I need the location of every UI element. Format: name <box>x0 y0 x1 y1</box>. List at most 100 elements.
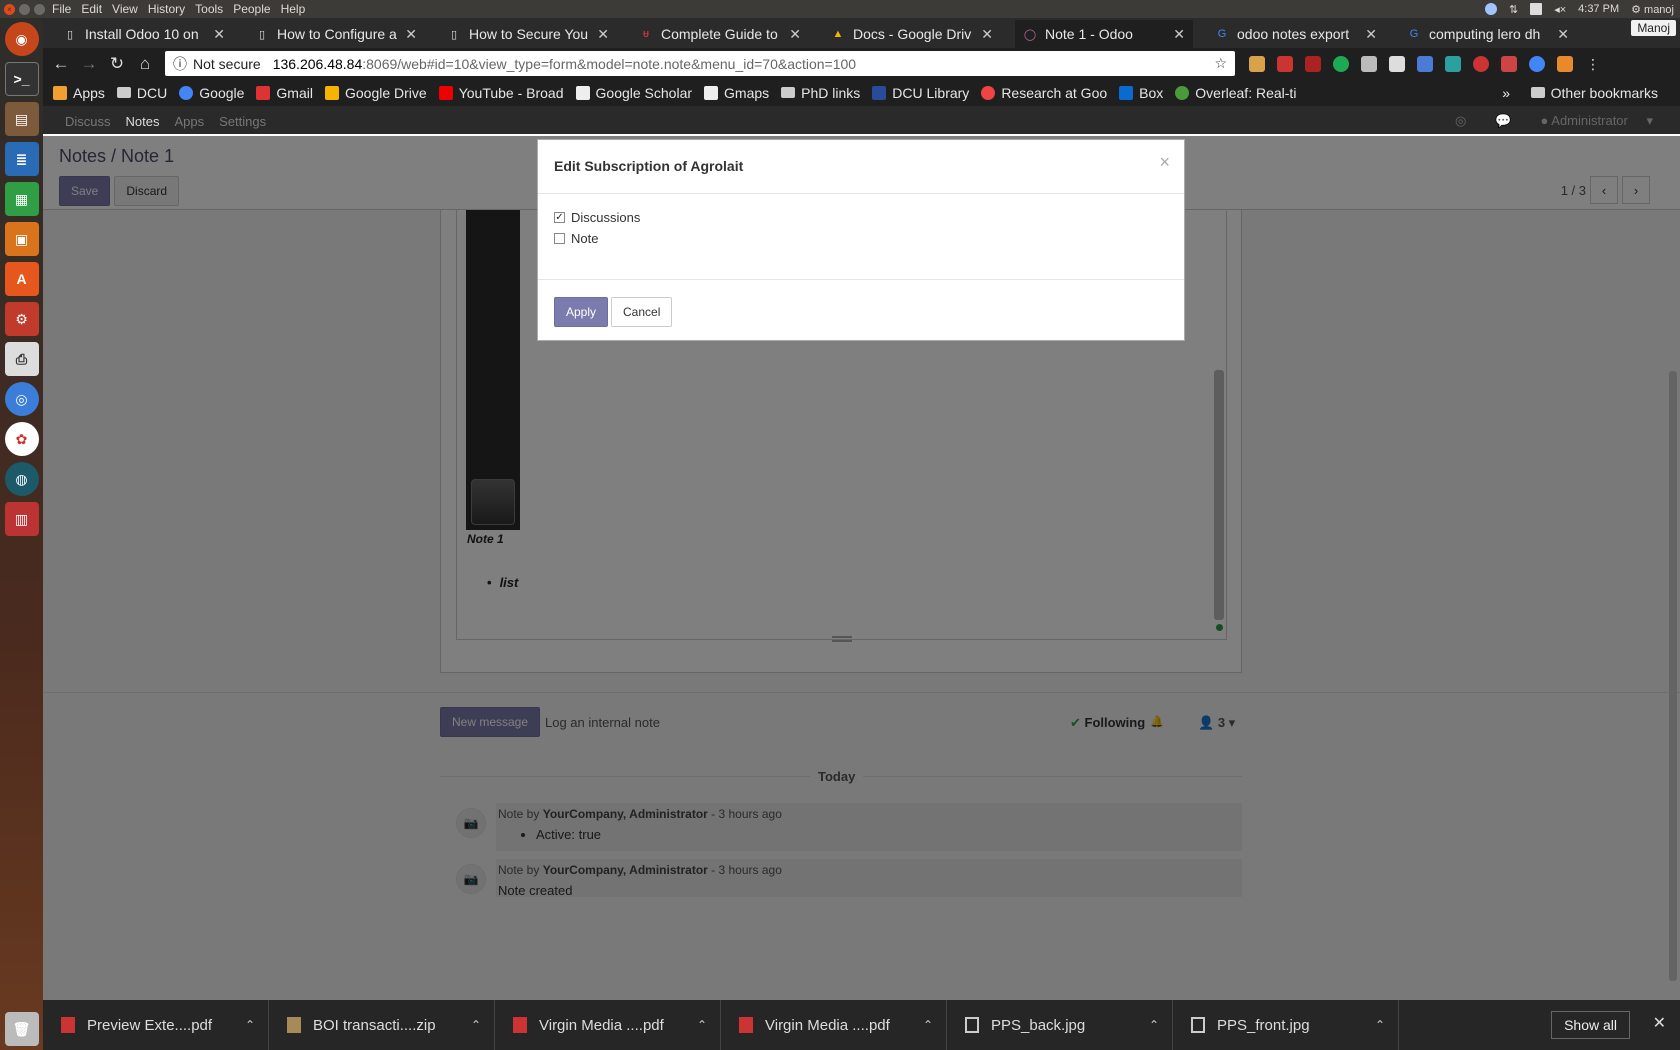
tab-note-odoo[interactable]: ◯ Note 1 - Odoo ✕ <box>1015 20 1193 48</box>
menu-tools[interactable]: Tools <box>195 2 223 16</box>
extension-icon[interactable] <box>1389 55 1405 72</box>
extension-icon[interactable] <box>1305 55 1321 72</box>
nav-notes[interactable]: Notes <box>126 114 160 129</box>
translate-icon[interactable] <box>1417 55 1433 72</box>
tab-computing[interactable]: Gcomputing lero dh ✕ <box>1399 20 1577 48</box>
menu-edit[interactable]: Edit <box>81 2 102 16</box>
chevron-up-icon[interactable]: ⌃ <box>1136 1018 1172 1032</box>
menu-file[interactable]: File <box>52 2 71 16</box>
extension-icon[interactable] <box>1249 55 1265 72</box>
tab-install-odoo[interactable]: ▯ Install Odoo 10 on ✕ <box>55 20 233 48</box>
bookmark-box[interactable]: Box <box>1119 85 1163 101</box>
menu-history[interactable]: History <box>148 2 185 16</box>
forward-icon[interactable]: → <box>75 54 103 74</box>
workspace-switcher-icon[interactable]: ▥ <box>4 502 39 536</box>
user-menu[interactable]: ● Administrator ▾ <box>1541 113 1653 129</box>
ubuntu-logo-icon[interactable]: ◉ <box>4 22 39 56</box>
grammarly-icon[interactable] <box>1333 55 1349 72</box>
profile-button[interactable]: Manoj <box>1631 20 1676 36</box>
printer-icon[interactable]: ⎙ <box>4 342 39 376</box>
impress-icon[interactable]: ▣ <box>4 222 39 256</box>
home-icon[interactable]: ⌂ <box>131 54 159 74</box>
chevron-up-icon[interactable]: ⌃ <box>684 1018 720 1032</box>
keyboard-icon[interactable] <box>1530 3 1543 15</box>
reload-icon[interactable]: ↻ <box>103 54 131 74</box>
address-bar[interactable]: ⓘ Not secure 136.206.48.84:8069/web#id=1… <box>165 51 1235 76</box>
tab-complete-guide[interactable]: ᵾ Complete Guide to ✕ <box>631 20 809 48</box>
tab-close-icon[interactable]: ✕ <box>981 26 993 43</box>
bookmark-gmail[interactable]: Gmail <box>256 85 313 101</box>
tab-close-icon[interactable]: ✕ <box>1365 26 1377 43</box>
discussions-checkbox-row[interactable]: ✓ Discussions <box>554 210 640 225</box>
chevron-up-icon[interactable]: ⌃ <box>910 1018 946 1032</box>
tab-close-icon[interactable]: ✕ <box>213 26 225 43</box>
extension-icon[interactable] <box>1557 55 1573 72</box>
bookmark-dcu-library[interactable]: DCU Library <box>872 85 969 101</box>
files-icon[interactable]: ▤ <box>4 102 39 136</box>
download-item[interactable]: Preview Exte....pdf ⌃ <box>43 1000 269 1050</box>
tab-google-drive[interactable]: ▲ Docs - Google Driv ✕ <box>823 20 1001 48</box>
bookmark-youtube[interactable]: YouTube - Broad <box>438 85 564 101</box>
close-icon[interactable]: ✕ <box>1653 1013 1666 1033</box>
software-center-icon[interactable]: A <box>4 262 39 296</box>
bookmark-gmaps[interactable]: Gmaps <box>704 85 769 101</box>
window-maximize-icon[interactable] <box>34 3 45 15</box>
extension-icon[interactable] <box>1529 55 1545 72</box>
nav-discuss[interactable]: Discuss <box>65 114 111 129</box>
nav-settings[interactable]: Settings <box>219 114 266 129</box>
tab-configure[interactable]: ▯ How to Configure a ✕ <box>247 20 425 48</box>
tab-close-icon[interactable]: ✕ <box>1557 26 1569 43</box>
tab-close-icon[interactable]: ✕ <box>789 26 801 43</box>
clock[interactable]: 4:37 PM <box>1578 3 1619 15</box>
chevron-up-icon[interactable]: ⌃ <box>232 1018 268 1032</box>
bookmark-dcu[interactable]: DCU <box>116 85 167 101</box>
bookmark-phd-links[interactable]: PhD links <box>781 85 860 101</box>
extension-icon[interactable] <box>1501 55 1517 72</box>
window-close-icon[interactable]: × <box>4 3 15 15</box>
download-item[interactable]: PPS_back.jpg ⌃ <box>947 1000 1173 1050</box>
extension-icon[interactable] <box>1445 55 1461 72</box>
tab-odoo-notes-export[interactable]: Godoo notes export ✕ <box>1207 20 1385 48</box>
back-icon[interactable]: ← <box>47 54 75 74</box>
settings-icon[interactable]: ⚙ <box>4 302 39 336</box>
activity-icon[interactable]: ◎ <box>1455 113 1466 129</box>
info-icon[interactable]: ⓘ <box>173 54 187 74</box>
window-minimize-icon[interactable] <box>19 3 30 15</box>
show-all-button[interactable]: Show all <box>1551 1011 1630 1039</box>
chevron-up-icon[interactable]: ⌃ <box>458 1018 494 1032</box>
trash-icon[interactable]: 🗑 <box>4 1012 39 1046</box>
extension-icon[interactable] <box>1277 55 1293 72</box>
extension-icon[interactable] <box>1473 55 1489 72</box>
bookmark-google-scholar[interactable]: Google Scholar <box>575 85 692 101</box>
menu-help[interactable]: Help <box>281 2 306 16</box>
download-item[interactable]: Virgin Media ....pdf ⌃ <box>495 1000 721 1050</box>
tab-close-icon[interactable]: ✕ <box>1173 26 1185 43</box>
extension-icon[interactable] <box>1361 55 1377 72</box>
bookmark-apps[interactable]: Apps <box>53 85 105 101</box>
note-checkbox[interactable] <box>554 233 565 244</box>
tab-close-icon[interactable]: ✕ <box>597 26 609 43</box>
download-item[interactable]: BOI transacti....zip ⌃ <box>269 1000 495 1050</box>
calc-icon[interactable]: ▦ <box>4 182 39 216</box>
download-item[interactable]: Virgin Media ....pdf ⌃ <box>721 1000 947 1050</box>
tor-icon[interactable]: ◍ <box>4 462 39 496</box>
menu-people[interactable]: People <box>233 2 270 16</box>
chrome-icon[interactable]: ◎ <box>4 382 39 416</box>
session-user[interactable]: ⚙ manoj <box>1631 3 1674 16</box>
bookmark-google-drive[interactable]: Google Drive <box>324 85 427 101</box>
bookmark-google[interactable]: Google <box>179 85 244 101</box>
chevron-up-icon[interactable]: ⌃ <box>1362 1018 1398 1032</box>
menu-view[interactable]: View <box>112 2 138 16</box>
download-item[interactable]: PPS_front.jpg ⌃ <box>1173 1000 1399 1050</box>
sync-icon[interactable] <box>1484 3 1497 15</box>
other-bookmarks[interactable]: Other bookmarks <box>1530 85 1658 101</box>
terminal-icon[interactable]: >_ <box>4 62 39 96</box>
volume-icon[interactable]: ◂× <box>1554 3 1566 16</box>
writer-icon[interactable]: ≣ <box>4 142 39 176</box>
cancel-button[interactable]: Cancel <box>611 297 673 327</box>
menu-dots-icon[interactable]: ⋮ <box>1585 56 1601 72</box>
nav-apps[interactable]: Apps <box>174 114 204 129</box>
bookmark-overleaf[interactable]: Overleaf: Real-ti <box>1175 85 1296 101</box>
photos-icon[interactable]: ✿ <box>4 422 39 456</box>
discussions-checkbox[interactable]: ✓ <box>554 212 565 223</box>
